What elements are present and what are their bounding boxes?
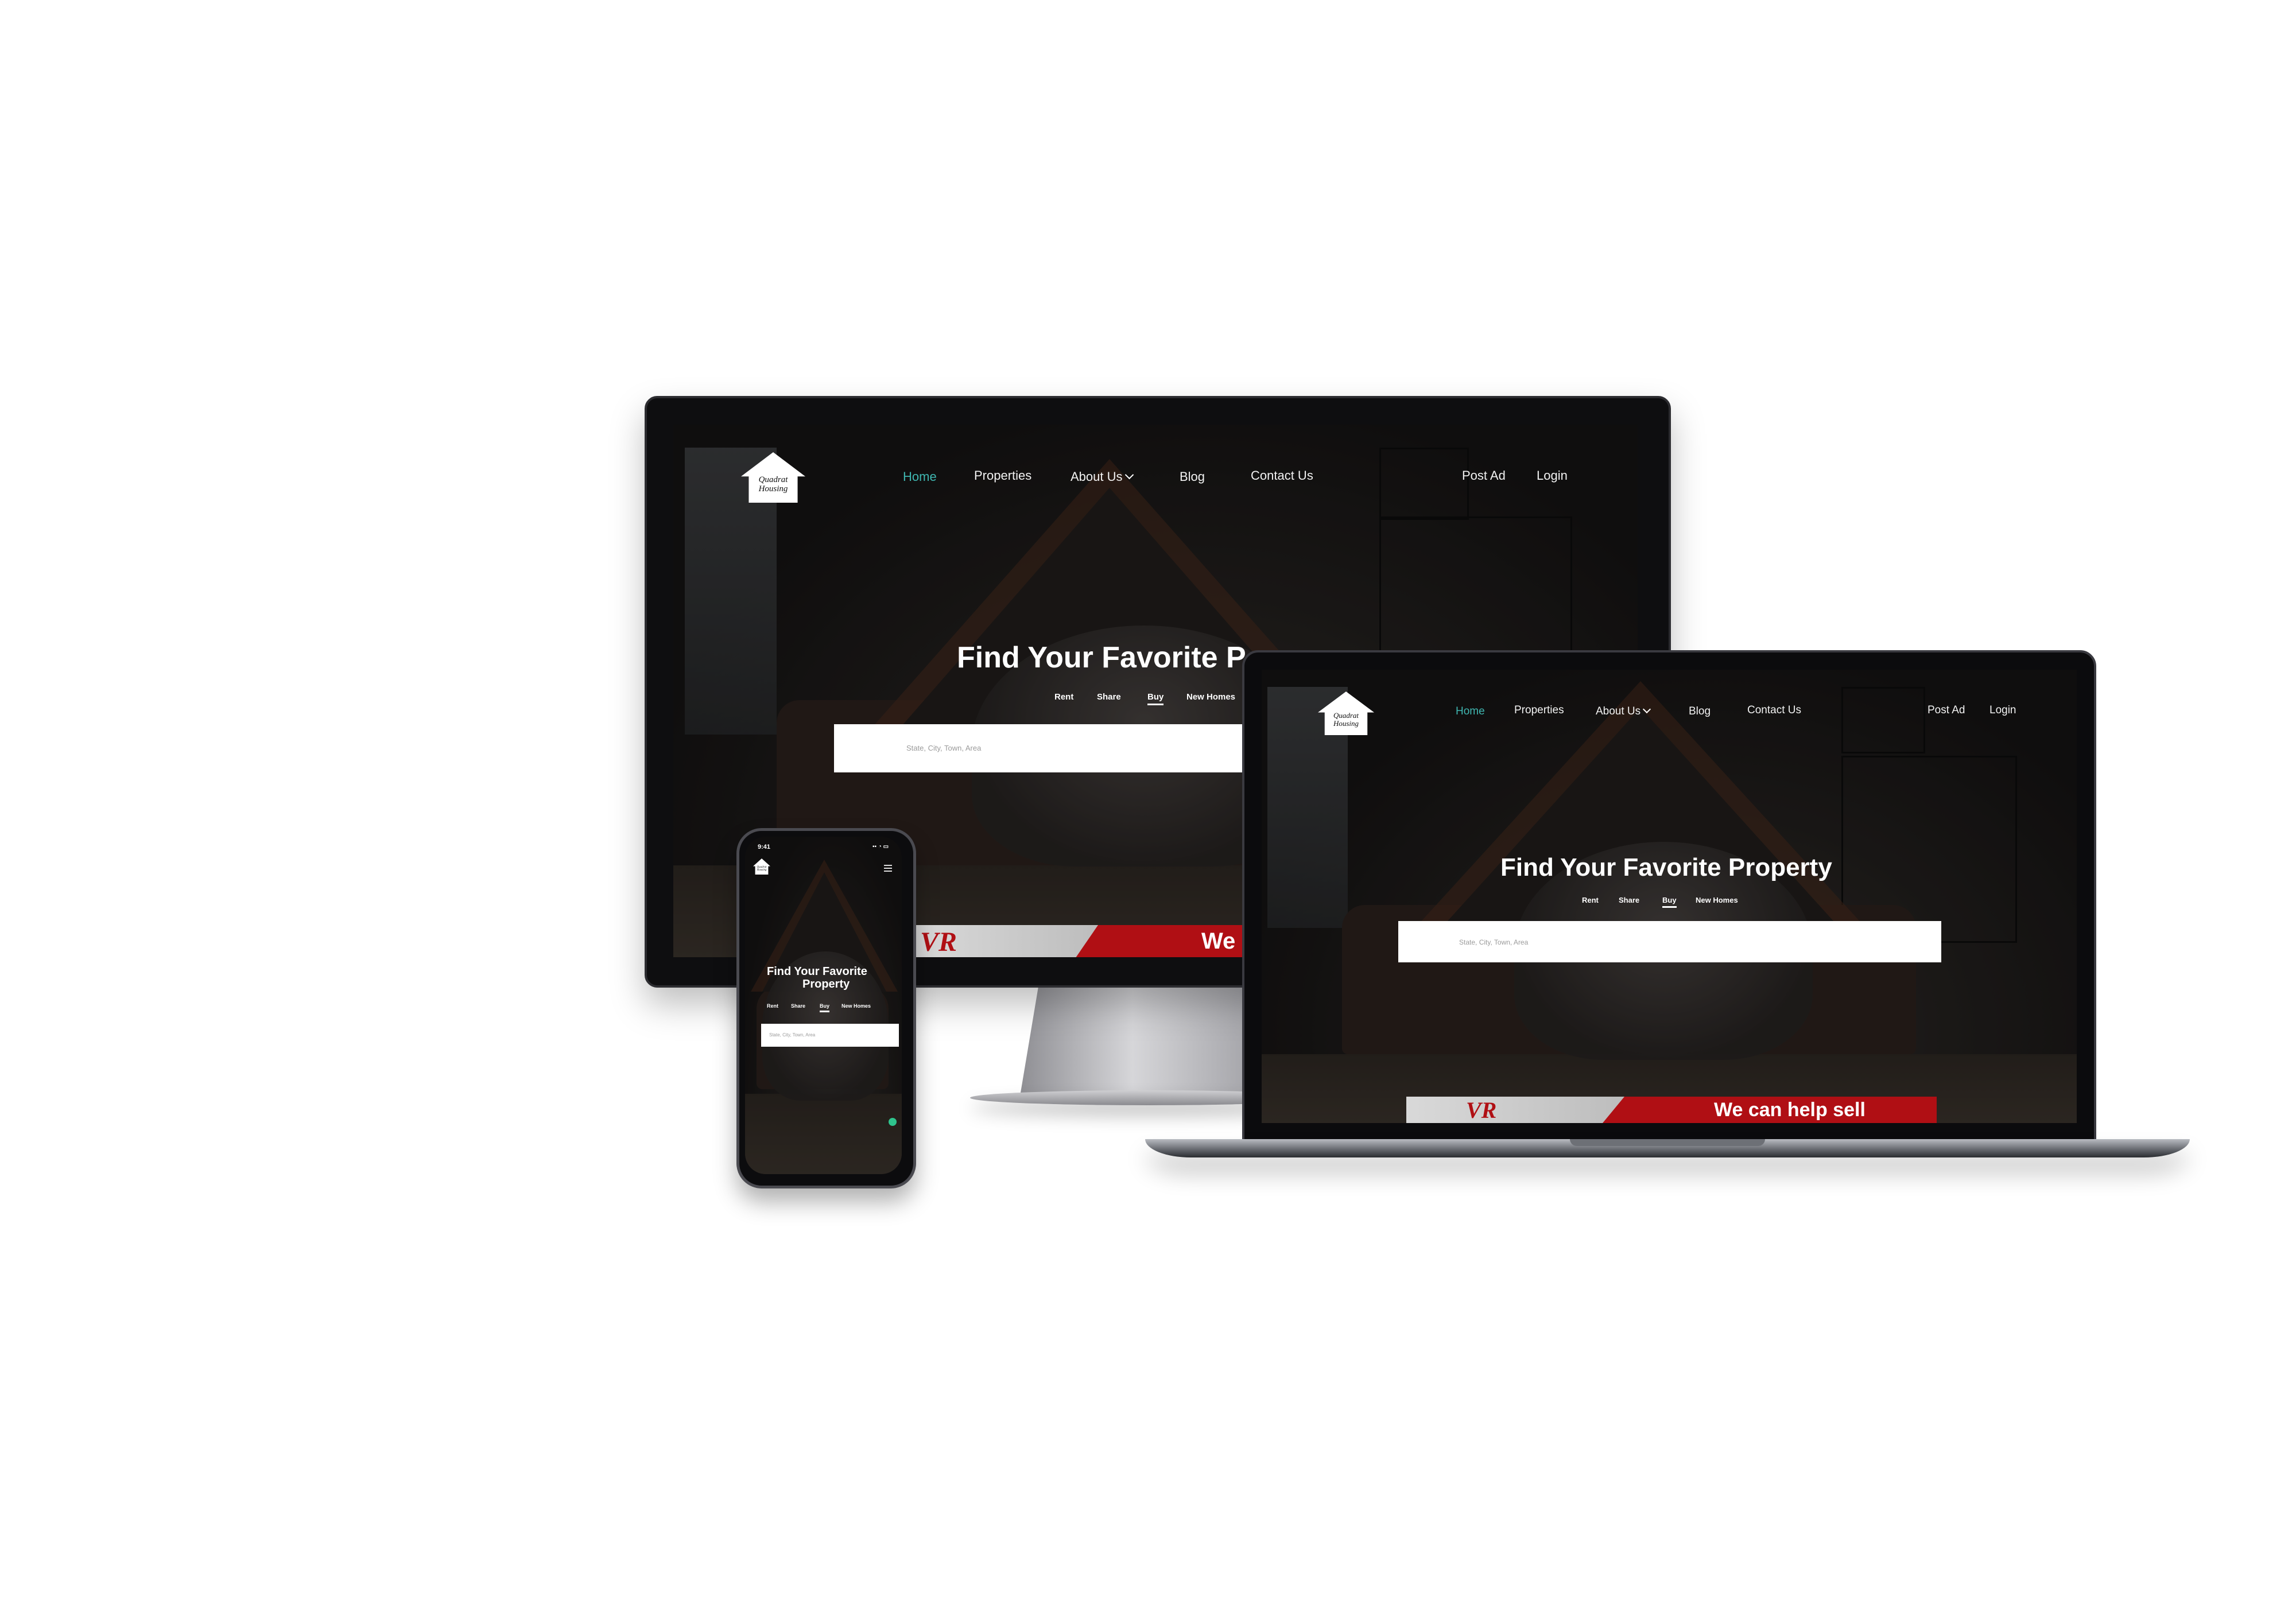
nav-about-us[interactable]: About Us xyxy=(1596,705,1651,718)
nav-home[interactable]: Home xyxy=(1456,705,1485,718)
nav-blog[interactable]: Blog xyxy=(1689,705,1711,718)
search-input[interactable]: State, City, Town, Area xyxy=(834,724,1270,772)
monitor-stand-neck xyxy=(1019,982,1271,1103)
nav-post-ad[interactable]: Post Ad xyxy=(1462,468,1506,483)
nav-contact-us[interactable]: Contact Us xyxy=(1251,468,1313,483)
laptop-hinge-notch xyxy=(1570,1139,1765,1146)
phone-device: 9:41 ▪▪ ◔ ▭ Quadrat Housing Find Your Fa… xyxy=(736,828,916,1188)
banner-logo: VR xyxy=(1466,1097,1497,1123)
tab-buy[interactable]: Buy xyxy=(820,1003,830,1012)
phone-screen: 9:41 ▪▪ ◔ ▭ Quadrat Housing Find Your Fa… xyxy=(745,837,902,1174)
logo-line1: Quadrat xyxy=(1333,711,1359,720)
banner-text: We xyxy=(1201,929,1236,954)
tab-buy[interactable]: Buy xyxy=(1147,692,1164,705)
search-placeholder: State, City, Town, Area xyxy=(906,744,982,752)
laptop-device: Quadrat Housing Home Properties About Us… xyxy=(1242,650,2096,1145)
nav-contact-us[interactable]: Contact Us xyxy=(1747,704,1801,717)
chat-button[interactable] xyxy=(889,1118,897,1126)
tab-share[interactable]: Share xyxy=(1619,896,1639,904)
tab-new-homes[interactable]: New Homes xyxy=(1696,896,1738,904)
laptop-screen: Quadrat Housing Home Properties About Us… xyxy=(1262,670,2077,1123)
tab-rent[interactable]: Rent xyxy=(1054,692,1073,702)
search-input[interactable]: State, City, Town, Area xyxy=(1398,921,1941,962)
hero-headline: Find Your Favorite Property xyxy=(1500,853,1832,881)
tab-rent[interactable]: Rent xyxy=(1582,896,1599,904)
nav-about-us-label: About Us xyxy=(1596,705,1641,717)
hero-headline-line1: Find Your Favorite xyxy=(767,965,867,978)
nav-about-us-label: About Us xyxy=(1071,469,1123,484)
tab-buy[interactable]: Buy xyxy=(1662,896,1677,908)
tab-new-homes[interactable]: New Homes xyxy=(1186,692,1235,702)
nav-properties[interactable]: Properties xyxy=(1514,704,1564,717)
promo-banner[interactable]: VR We can help sell xyxy=(1406,1097,1937,1123)
logo-line2: Housing xyxy=(758,484,788,494)
hero-headline: Find Your Favorite P xyxy=(957,641,1246,674)
nav-login[interactable]: Login xyxy=(1989,704,2016,717)
banner-image xyxy=(1406,1097,1624,1123)
nav-properties[interactable]: Properties xyxy=(974,468,1031,483)
search-placeholder: State, City, Town, Area xyxy=(769,1032,816,1038)
nav-home[interactable]: Home xyxy=(903,469,937,484)
logo-line2: Housing xyxy=(757,869,767,872)
search-input[interactable]: State, City, Town, Area xyxy=(761,1024,899,1047)
status-time: 9:41 xyxy=(758,844,771,850)
logo-line1: Quadrat xyxy=(758,475,788,485)
banner-text: We can help sell xyxy=(1714,1099,1865,1121)
nav-blog[interactable]: Blog xyxy=(1180,469,1205,484)
chevron-down-icon xyxy=(1643,705,1651,714)
signal-battery-icons: ▪▪ ◔ ▭ xyxy=(872,844,889,850)
nav-about-us[interactable]: About Us xyxy=(1071,469,1134,484)
tab-new-homes[interactable]: New Homes xyxy=(841,1003,871,1009)
tab-share[interactable]: Share xyxy=(791,1003,805,1009)
nav-login[interactable]: Login xyxy=(1537,468,1568,483)
menu-icon[interactable] xyxy=(884,863,892,873)
hero-headline-line2: Property xyxy=(802,978,850,990)
chevron-down-icon xyxy=(1124,470,1134,480)
tab-share[interactable]: Share xyxy=(1097,692,1121,702)
logo-line2: Housing xyxy=(1333,719,1359,728)
tab-rent[interactable]: Rent xyxy=(767,1003,778,1009)
search-placeholder: State, City, Town, Area xyxy=(1459,938,1529,946)
banner-logo: VR xyxy=(920,927,957,957)
nav-post-ad[interactable]: Post Ad xyxy=(1927,704,1965,717)
